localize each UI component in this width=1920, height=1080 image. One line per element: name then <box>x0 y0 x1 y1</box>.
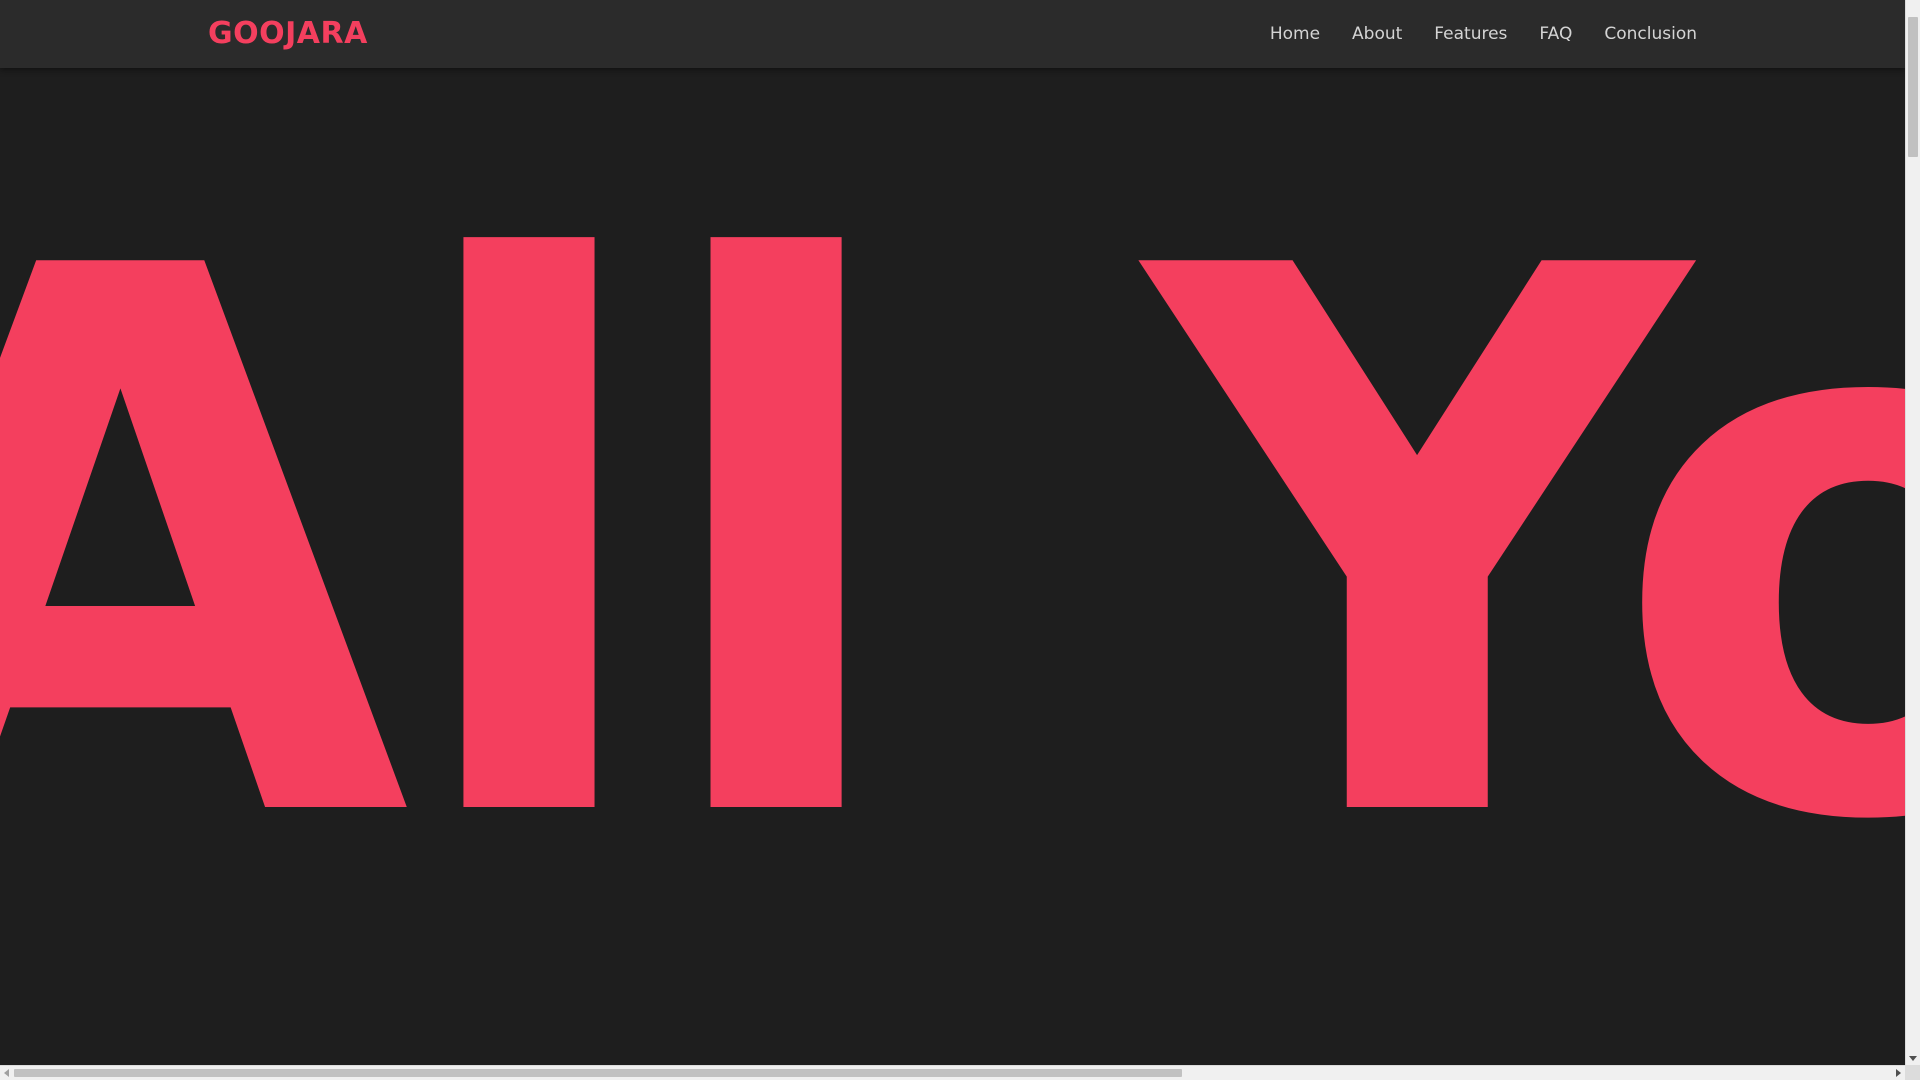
nav-link-home[interactable]: Home <box>1270 24 1320 44</box>
brand-logo[interactable]: GOOJARA <box>208 14 368 54</box>
vertical-scrollbar[interactable] <box>1905 0 1920 1065</box>
vertical-scrollbar-thumb[interactable] <box>1908 17 1918 157</box>
scroll-left-arrow-icon[interactable] <box>4 1069 9 1077</box>
nav-link-about[interactable]: About <box>1352 24 1402 44</box>
nav-link-conclusion[interactable]: Conclusion <box>1604 24 1697 44</box>
hero-section: All You <box>0 68 1905 1065</box>
scroll-down-arrow-icon[interactable] <box>1909 1056 1917 1061</box>
nav-menu: Home About Features FAQ Conclusion <box>1270 0 1697 68</box>
nav-link-faq[interactable]: FAQ <box>1539 24 1572 44</box>
top-navbar: GOOJARA Home About Features FAQ Conclusi… <box>0 0 1905 68</box>
scroll-right-arrow-icon[interactable] <box>1896 1069 1901 1077</box>
nav-link-features[interactable]: Features <box>1434 24 1507 44</box>
hero-heading: All You <box>0 111 1905 984</box>
horizontal-scrollbar-thumb[interactable] <box>14 1069 1182 1077</box>
horizontal-scrollbar[interactable] <box>0 1065 1905 1080</box>
scrollbar-corner <box>1905 1065 1920 1080</box>
page-viewport: GOOJARA Home About Features FAQ Conclusi… <box>0 0 1905 1065</box>
